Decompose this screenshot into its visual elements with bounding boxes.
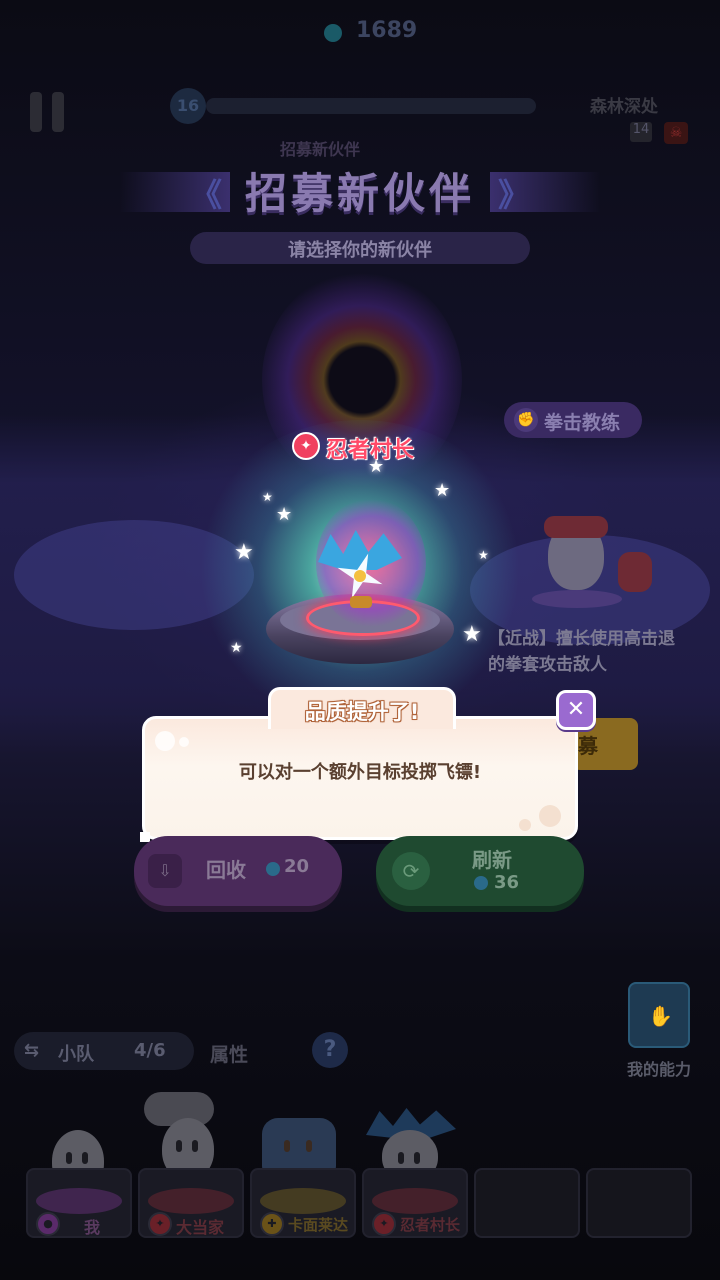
team-member-name: 卡面莱达 [288, 1216, 349, 1234]
ability-book-icon: ✋ [628, 982, 690, 1048]
my-abilities-button[interactable]: ✋ 我的能力 [622, 982, 696, 1079]
candidate-card-boxer[interactable]: ✊ 拳击教练 [504, 402, 642, 438]
recycle-icon: ⇩ [148, 854, 182, 888]
recycle-cost: 20 [284, 856, 310, 877]
player-icon: ● [36, 1212, 60, 1236]
team-slot-2[interactable]: ✦ 大当家 [138, 1168, 244, 1238]
sparkle-icon: ★ [234, 540, 254, 565]
gem-icon [324, 24, 342, 42]
sparkle-icon: ★ [434, 480, 451, 501]
recruit-button-label: 募 [578, 734, 598, 758]
refresh-label: 刷新 [472, 848, 512, 872]
sparkle-icon: ★ [462, 622, 482, 647]
ability-label: 我的能力 [626, 1060, 691, 1079]
wave-counter: 14 [630, 122, 652, 142]
ghost-subtitle: 招募新伙伴 [280, 140, 361, 159]
ninja-class-icon: ✦ [148, 1212, 172, 1236]
wrench-icon: ✚ [260, 1212, 284, 1236]
close-button[interactable]: ✕ [556, 690, 596, 730]
gem-icon [474, 876, 488, 890]
gem-count: 1689 [356, 18, 418, 43]
help-button[interactable]: ? [312, 1032, 348, 1068]
sparkle-icon: ★ [368, 456, 385, 477]
skull-icon: ☠ [664, 122, 688, 144]
page-subtitle: 请选择你的新伙伴 [288, 240, 432, 261]
sparkle-icon: ★ [230, 640, 243, 656]
team-member-name: 我 [84, 1218, 101, 1237]
recycle-button[interactable]: ⇩ 回收 20 [134, 836, 342, 906]
squad-toggle[interactable]: ⇆ 小队 4/6 [14, 1032, 194, 1070]
team-slot-1[interactable]: ● 我 [26, 1168, 132, 1238]
stage-name: 森林深处 [590, 97, 658, 117]
ninja-class-icon: ✦ [292, 432, 320, 460]
pause-button[interactable] [28, 92, 68, 132]
close-icon: ✕ [566, 697, 586, 722]
dialog-title: 品质提升了! [304, 700, 420, 724]
team-slot-6-empty[interactable] [586, 1168, 692, 1238]
gem-icon [266, 862, 280, 876]
team-slot-5-empty[interactable] [474, 1168, 580, 1238]
ninja-class-icon: ✦ [372, 1212, 396, 1236]
team-slot-4[interactable]: ✦ 忍者村长 [362, 1168, 468, 1238]
candidate-description: 【近战】擅长使用高击退的拳套攻击敌人 [488, 629, 675, 675]
sparkle-icon: ★ [478, 548, 489, 562]
team-slot-3[interactable]: ✚ 卡面莱达 [250, 1168, 356, 1238]
squad-label: 小队 [58, 1044, 94, 1065]
boxing-glove-icon [618, 552, 652, 592]
ninja-character [318, 530, 402, 610]
sparkle-icon: ★ [276, 504, 293, 525]
dialog-message: 可以对一个额外目标投掷飞镖! [238, 762, 482, 783]
team-member-name: 忍者村长 [400, 1216, 461, 1234]
team-member-name: 大当家 [176, 1218, 225, 1237]
level-progress-bar [206, 98, 536, 114]
fist-icon: ✊ [514, 408, 538, 432]
refresh-cost: 36 [494, 872, 520, 893]
squad-count: 4/6 [134, 1040, 166, 1061]
recycle-label: 回收 [206, 858, 246, 882]
refresh-icon: ⟳ [392, 852, 430, 890]
candidate-name: 拳击教练 [544, 412, 621, 434]
page-title: 招募新伙伴 [244, 169, 475, 218]
sparkle-icon: ★ [262, 490, 273, 504]
attributes-tab[interactable]: 属性 [210, 1040, 248, 1067]
swap-icon: ⇆ [24, 1040, 40, 1061]
level-badge: 16 [170, 88, 206, 124]
refresh-button[interactable]: ⟳ 刷新 36 [376, 836, 584, 906]
boxer-character [532, 510, 652, 608]
